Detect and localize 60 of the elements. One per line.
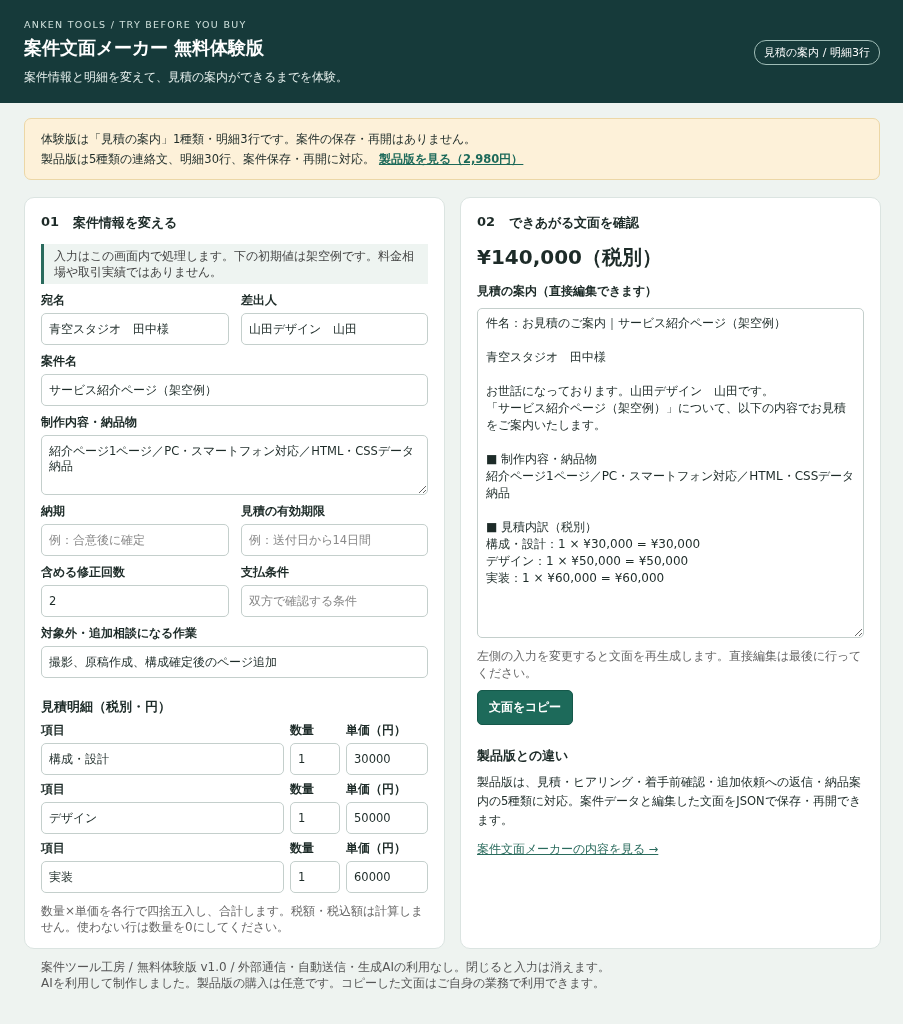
field-label: 案件名 (41, 353, 78, 370)
details-link[interactable]: 案件文面メーカーの内容を見る → (477, 842, 659, 856)
field-label: 対象外・追加相談になる作業 (41, 625, 198, 642)
field-label: 項目 (41, 840, 66, 857)
footer-text: 案件ツール工房 / 無料体験版 v1.0 / 外部通信・自動送信・生成AIの利用なし。閉じると入力は消えます。 (41, 959, 612, 975)
section-number: 02 (477, 214, 496, 231)
field-label: 見積の有効期限 (240, 503, 326, 520)
copy-button[interactable]: 文面をコピー (477, 690, 573, 725)
page-subtitle: 案件情報と明細を変えて、見積の案内ができるまでを体験。 (24, 70, 348, 85)
footer-text: AIを利用して制作しました。製品版の購入は任意です。コピーした文面はご自身の業務で利用できます。 (41, 975, 606, 991)
input-field[interactable]: 2 (41, 585, 229, 617)
input-field[interactable]: 山田デザイン 山田 (240, 313, 428, 345)
field-label: 差出人 (240, 292, 278, 309)
input-field[interactable]: 1 (290, 802, 340, 834)
field-label: 単価（円） (346, 840, 407, 857)
field-label: 納期 (41, 503, 66, 520)
section-title: 案件情報を変える (73, 214, 178, 232)
field-label: 単価（円） (346, 722, 407, 739)
product-link[interactable]: 製品版を見る（2,980円） (378, 152, 524, 166)
notice-text: 製品版は5種類の連絡文、明細30行、案件保存・再開に対応。 (41, 152, 375, 166)
description-text: 製品版は、見積・ヒアリング・着手前確認・追加依頼への返信・納品案内の5種類に対応。案件データと編集した文面をJSONで保存・再開できます。 (477, 774, 862, 829)
field-label: 項目 (41, 722, 66, 739)
total-amount: ¥140,000（税別） (477, 244, 663, 271)
field-label: 項目 (41, 781, 66, 798)
section-subtitle: 見積明細（税別・円） (41, 698, 172, 716)
field-label: 数量 (290, 781, 315, 798)
input-field[interactable]: 撮影、原稿作成、構成確定後のページ追加 (41, 646, 428, 678)
info-note: 入力はこの画面内で処理します。下の初期値は架空例です。料金相場や取引実績ではありません。 (41, 244, 428, 284)
input-field[interactable]: 構成・設計 (41, 743, 284, 775)
field-label: 宛名 (41, 292, 66, 309)
input-field[interactable]: 1 (290, 743, 340, 775)
input-field[interactable]: デザイン (41, 802, 284, 834)
message-text-area[interactable]: 件名：お見積のご案内｜サービス紹介ページ（架空例） 青空スタジオ 田中様 お世話になっております。山田デザイン 山田です。 「サービス紹介ページ（架空例）」について、以下の内容でお見積をご案内いたします。 ■ 制作内容・納品物 紹介ページ1ページ／PC・スマートフォン対応／HTML・CSSデータ納品 ■ 見積内訳（税別） 構成・設計：1 × ¥30,000 = ¥30,000 デザイン：1 × ¥50,000 = ¥50,000 実装：1 × ¥60,000 = ¥60,000 (477, 308, 864, 638)
field-label: 制作内容・納品物 (41, 414, 138, 431)
notice-text: 体験版は「見積の案内」1種類・明細3行です。案件の保存・再開はありません。 (41, 131, 477, 148)
section-subtitle: 製品版との違い (477, 747, 569, 765)
input-field[interactable]: 実装 (41, 861, 284, 893)
input-field[interactable]: 1 (290, 861, 340, 893)
field-label: 数量 (290, 840, 315, 857)
text-area[interactable]: 紹介ページ1ページ／PC・スマートフォン対応／HTML・CSSデータ納品 (41, 435, 428, 495)
field-label: 単価（円） (346, 781, 407, 798)
brand-eyebrow: ANKEN TOOLS / TRY BEFORE YOU BUY (24, 19, 248, 30)
input-field[interactable]: サービス紹介ページ（架空例） (41, 374, 428, 406)
input-field[interactable]: 60000 (346, 861, 428, 893)
section-title: できあがる文面を確認 (509, 214, 640, 232)
field-label: 見積の案内（直接編集できます） (477, 283, 658, 300)
section-number: 01 (41, 214, 60, 231)
help-text: 左側の入力を変更すると文面を再生成します。直接編集は最後に行ってください。 (477, 648, 862, 682)
help-text: 数量×単価を各行で四捨五入し、合計します。税額・税込額は計算しません。使わない行は数量を0にしてください。 (41, 903, 425, 935)
field-label: 支払条件 (240, 564, 290, 581)
input-field[interactable]: 例：合意後に確定 (41, 524, 229, 556)
plan-badge: 見積の案内 / 明細3行 (754, 40, 880, 65)
input-field[interactable]: 青空スタジオ 田中様 (41, 313, 229, 345)
field-label: 数量 (290, 722, 315, 739)
field-label: 含める修正回数 (41, 564, 126, 581)
input-field[interactable]: 30000 (346, 743, 428, 775)
page-title: 案件文面メーカー 無料体験版 (24, 36, 266, 60)
input-field[interactable]: 50000 (346, 802, 428, 834)
input-field[interactable]: 双方で確認する条件 (240, 585, 428, 617)
input-field[interactable]: 例：送付日から14日間 (240, 524, 428, 556)
